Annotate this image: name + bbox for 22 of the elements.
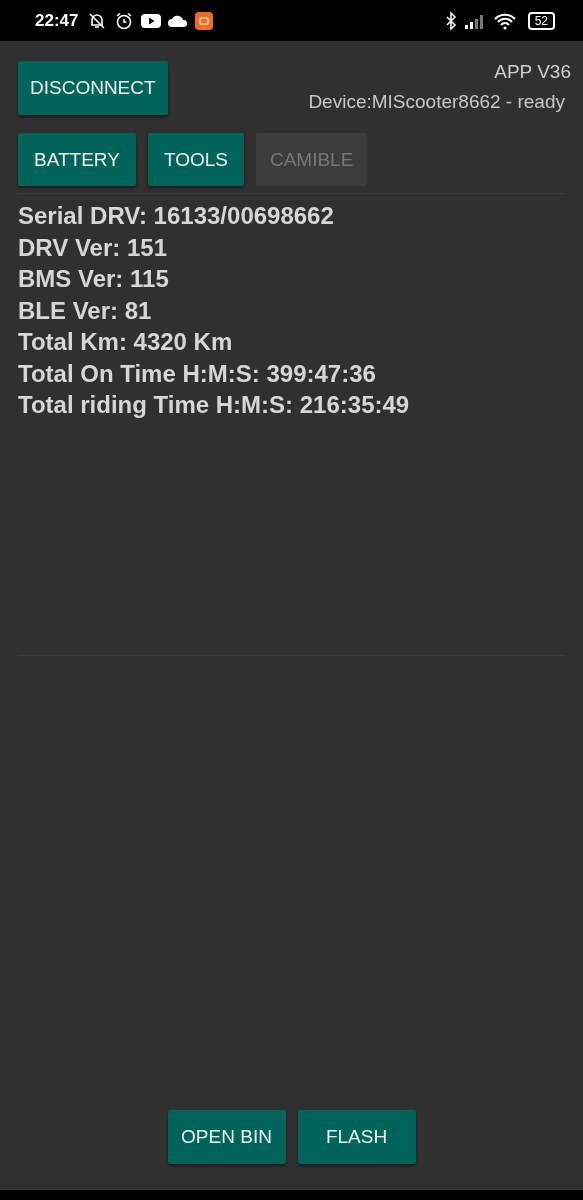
info-line: Total riding Time H:M:S: 216:35:49 xyxy=(18,390,411,420)
cloud-icon xyxy=(168,13,189,28)
app-version: APP V36 xyxy=(494,61,571,83)
info-line: Total On Time H:M:S: 399:47:36 xyxy=(18,358,377,389)
open-bin-button[interactable]: OPEN BIN xyxy=(167,1110,286,1164)
flash-button[interactable]: FLASH xyxy=(297,1110,416,1164)
info-line: Serial DRV: 16133/00698662 xyxy=(18,201,335,231)
tab-button[interactable]: BATTERY xyxy=(18,133,136,186)
play-icon xyxy=(141,12,162,29)
info-line: BLE Ver: 81 xyxy=(18,295,153,326)
disconnect-button[interactable]: DISCONNECT xyxy=(18,61,168,115)
info-line: DRV Ver: 151 xyxy=(18,232,168,263)
wifi-icon xyxy=(492,11,517,30)
signal-icon xyxy=(463,12,486,29)
info-line: BMS Ver: 115 xyxy=(18,264,170,294)
battery-indicator: 52 xyxy=(527,11,555,30)
info-line: Total Km: 4320 Km xyxy=(18,327,234,357)
status-time: 22:47 xyxy=(35,10,79,31)
device-status: Device:MIScooter8662 - ready xyxy=(308,91,565,113)
tab-button[interactable]: TOOLS xyxy=(147,133,244,186)
app-icon xyxy=(195,11,214,30)
bluetooth-icon xyxy=(444,10,457,31)
